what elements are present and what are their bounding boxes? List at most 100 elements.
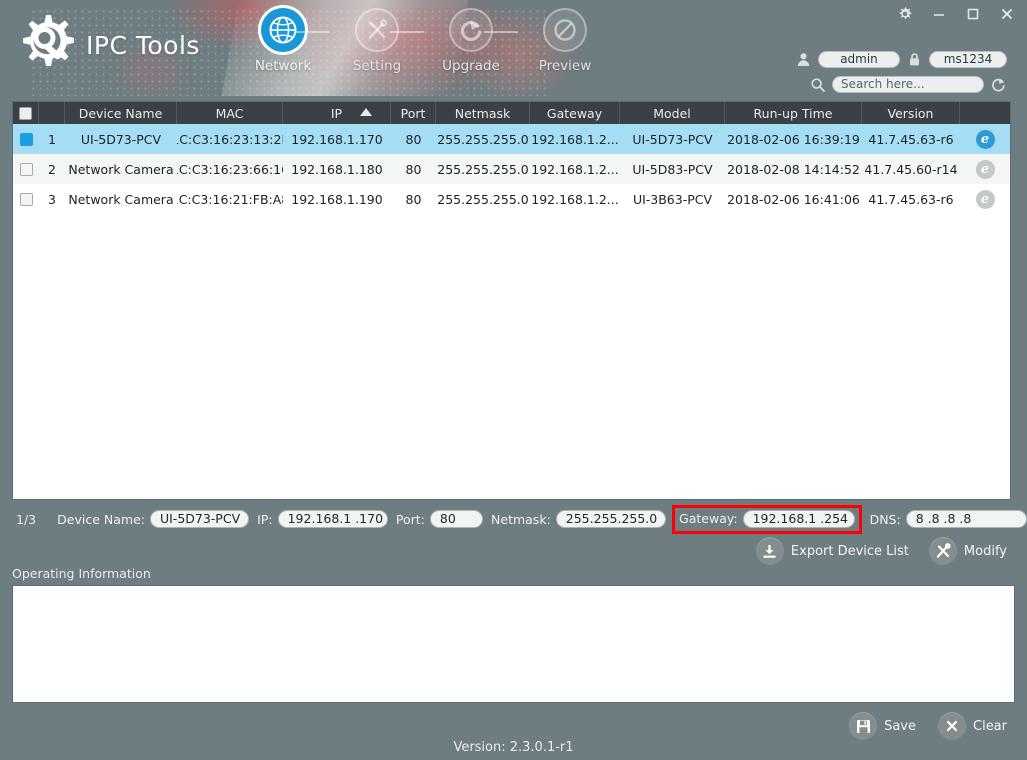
row-checkbox[interactable] xyxy=(20,133,33,146)
username-input[interactable]: admin xyxy=(818,51,900,68)
save-label: Save xyxy=(884,719,916,734)
port-label: Port: xyxy=(396,512,425,527)
nav-separator-2 xyxy=(390,31,424,33)
column-header-ip[interactable]: IP xyxy=(283,102,391,124)
cell-port: 80 xyxy=(391,184,436,214)
maximize-icon[interactable] xyxy=(963,4,983,24)
device-name-input[interactable]: UI-5D73-PCV xyxy=(150,510,249,528)
column-header-runup-time[interactable]: Run-up Time xyxy=(725,102,862,124)
column-header-device-name[interactable]: Device Name xyxy=(65,102,177,124)
cell-link[interactable]: e xyxy=(960,154,1010,184)
device-edit-form: 1/3 Device Name: UI-5D73-PCV IP: 192.168… xyxy=(0,506,1027,532)
circle-slash-icon xyxy=(543,8,587,52)
tools-icon xyxy=(929,537,957,565)
device-table: Device Name MAC IP Port Netmask Gateway … xyxy=(12,101,1011,500)
column-header-port[interactable]: Port xyxy=(391,102,436,124)
close-icon[interactable] xyxy=(997,4,1017,24)
ip-input[interactable]: 192.168.1 .170 xyxy=(278,510,388,528)
action-buttons: Export Device List Modify xyxy=(756,537,1007,565)
cell-link[interactable]: e xyxy=(960,184,1010,214)
modify-label: Modify xyxy=(964,544,1007,559)
cell-model: UI-5D83-PCV xyxy=(620,154,725,184)
export-device-list-button[interactable]: Export Device List xyxy=(756,537,909,565)
port-input[interactable]: 80 xyxy=(430,510,483,528)
table-header-row: Device Name MAC IP Port Netmask Gateway … xyxy=(13,102,1010,124)
column-header-model[interactable]: Model xyxy=(620,102,725,124)
window-controls xyxy=(895,4,1017,24)
row-checkbox-cell[interactable] xyxy=(13,154,39,184)
cell-netmask: 255.255.255.0 xyxy=(436,154,530,184)
cell-ip: 192.168.1.180 xyxy=(283,154,391,184)
column-header-index xyxy=(39,102,65,124)
dns-input[interactable]: 8 .8 .8 .8 xyxy=(906,510,1027,528)
nav-separator-3 xyxy=(484,31,518,33)
cell-runup-time: 2018-02-06 16:39:19 xyxy=(725,124,862,154)
cell-gateway: 192.168.1.2... xyxy=(530,154,620,184)
cell-port: 80 xyxy=(391,154,436,184)
column-header-gateway[interactable]: Gateway xyxy=(530,102,620,124)
refresh-icon[interactable] xyxy=(990,76,1007,93)
table-body: 1 UI-5D73-PCV 1C:C3:16:23:13:2F 192.168.… xyxy=(13,124,1010,499)
column-header-netmask[interactable]: Netmask xyxy=(436,102,530,124)
column-header-mac[interactable]: MAC xyxy=(177,102,283,124)
cell-device-name: Network Camera xyxy=(65,154,177,184)
cell-model: UI-3B63-PCV xyxy=(620,184,725,214)
row-checkbox-cell[interactable] xyxy=(13,184,39,214)
cell-mac: 1C:C3:16:21:FB:A8 xyxy=(177,184,283,214)
ie-browser-icon[interactable]: e xyxy=(976,160,995,179)
ie-browser-icon[interactable]: e xyxy=(976,190,995,209)
bottom-action-buttons: Save Clear xyxy=(849,712,1007,740)
cell-ip: 192.168.1.170 xyxy=(283,124,391,154)
dns-label: DNS: xyxy=(870,512,901,527)
download-icon xyxy=(756,537,784,565)
cell-gateway: 192.168.1.2... xyxy=(530,124,620,154)
export-device-list-label: Export Device List xyxy=(791,544,909,559)
table-row[interactable]: 3 Network Camera 1C:C3:16:21:FB:A8 192.1… xyxy=(13,184,1010,214)
operating-information-textarea[interactable] xyxy=(12,585,1015,703)
column-header-version[interactable]: Version xyxy=(862,102,960,124)
password-input[interactable]: ms1234 xyxy=(929,51,1007,68)
clear-button[interactable]: Clear xyxy=(938,712,1007,740)
cell-runup-time: 2018-02-06 16:41:06 xyxy=(725,184,862,214)
nav-label-upgrade: Upgrade xyxy=(424,58,518,74)
cell-netmask: 255.255.255.0 xyxy=(436,184,530,214)
nav-item-preview[interactable]: Preview xyxy=(518,8,612,74)
cell-version: 41.7.45.63-r6 xyxy=(862,184,960,214)
cell-device-name: UI-5D73-PCV xyxy=(65,124,177,154)
nav-separator-1 xyxy=(296,31,330,33)
app-version-text: Version: 2.3.0.1-r1 xyxy=(0,740,1027,755)
user-icon xyxy=(795,51,812,68)
page-indicator: 1/3 xyxy=(16,512,49,527)
gateway-input[interactable]: 192.168.1 .254 xyxy=(743,510,855,528)
nav-item-setting[interactable]: Setting xyxy=(330,8,424,74)
table-row[interactable]: 1 UI-5D73-PCV 1C:C3:16:23:13:2F 192.168.… xyxy=(13,124,1010,154)
search-icon[interactable] xyxy=(809,76,826,93)
operating-information-label: Operating Information xyxy=(12,566,151,581)
netmask-input[interactable]: 255.255.255.0 xyxy=(556,510,666,528)
ie-browser-icon[interactable]: e xyxy=(976,130,995,149)
search-row: Search here... xyxy=(809,76,1007,93)
minimize-icon[interactable] xyxy=(929,4,949,24)
nav-item-network[interactable]: Network xyxy=(236,8,330,74)
column-header-link xyxy=(960,102,1010,124)
row-index: 1 xyxy=(39,124,65,154)
search-input[interactable]: Search here... xyxy=(832,76,984,93)
lock-icon xyxy=(906,51,923,68)
select-all-checkbox[interactable] xyxy=(13,102,39,124)
refresh-arrow-icon xyxy=(449,8,493,52)
row-index: 3 xyxy=(39,184,65,214)
save-button[interactable]: Save xyxy=(849,712,916,740)
modify-button[interactable]: Modify xyxy=(929,537,1007,565)
cell-link[interactable]: e xyxy=(960,124,1010,154)
table-row[interactable]: 2 Network Camera 1C:C3:16:23:66:16 192.1… xyxy=(13,154,1010,184)
gear-icon[interactable] xyxy=(895,4,915,24)
row-checkbox[interactable] xyxy=(20,193,33,206)
nav-item-upgrade[interactable]: Upgrade xyxy=(424,8,518,74)
credentials-row: admin ms1234 xyxy=(795,51,1007,68)
row-checkbox[interactable] xyxy=(20,163,33,176)
select-all-box xyxy=(19,107,32,120)
column-header-ip-label: IP xyxy=(331,106,342,121)
app-logo: IPC Tools xyxy=(14,12,200,80)
row-checkbox-cell[interactable] xyxy=(13,124,39,154)
nav-label-network: Network xyxy=(236,58,330,74)
